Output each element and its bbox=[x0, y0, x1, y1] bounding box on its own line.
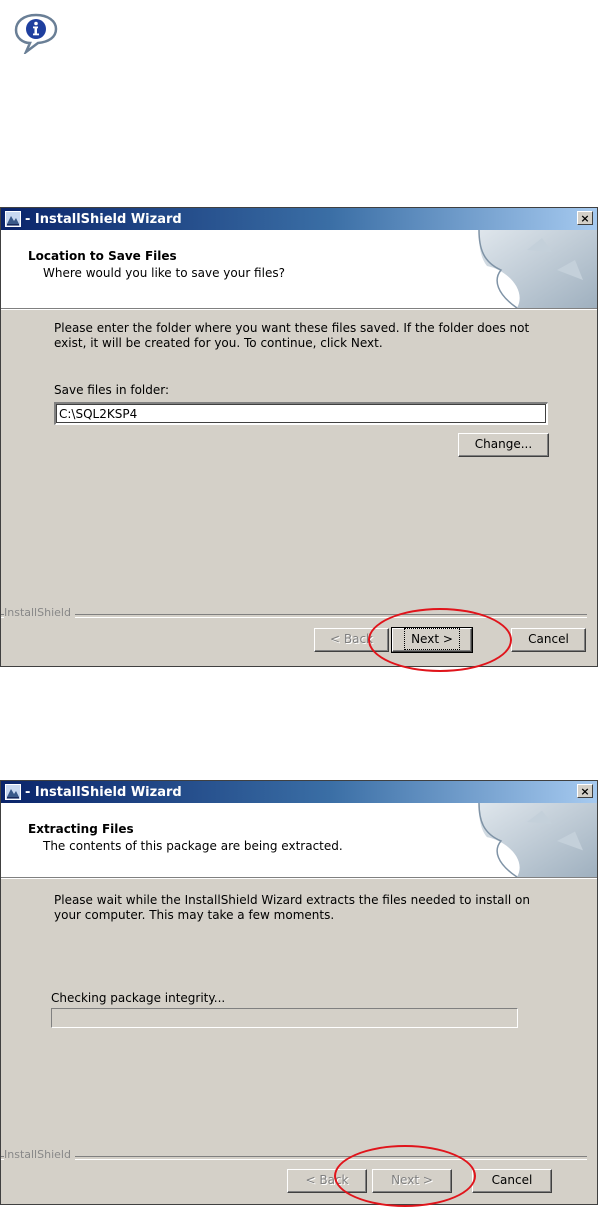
header-title: Location to Save Files bbox=[28, 249, 177, 263]
installshield-dialog-save-location: - InstallShield Wizard × Location to Sav… bbox=[0, 207, 598, 672]
save-folder-input[interactable] bbox=[54, 402, 548, 425]
title-bar: - InstallShield Wizard × bbox=[1, 781, 597, 803]
next-button-label: Next > bbox=[391, 1173, 433, 1187]
close-icon: × bbox=[580, 212, 590, 225]
instructions-text: Please enter the folder where you want t… bbox=[54, 321, 530, 350]
change-button-label: Change... bbox=[474, 437, 533, 451]
close-button[interactable]: × bbox=[577, 211, 593, 225]
window-title: - InstallShield Wizard bbox=[25, 784, 182, 800]
back-button[interactable]: < Back bbox=[314, 628, 389, 652]
wizard-header: Location to Save Files Where would you l… bbox=[1, 230, 597, 309]
brand-label: InstallShield bbox=[4, 606, 75, 619]
close-icon: × bbox=[580, 785, 590, 798]
save-folder-label-text: Save files in folder: bbox=[54, 383, 170, 397]
wizard-header: Extracting Files The contents of this pa… bbox=[1, 803, 597, 878]
header-subtitle: Where would you like to save your files? bbox=[43, 266, 285, 280]
installer-app-icon bbox=[5, 784, 21, 800]
header-title: Extracting Files bbox=[28, 822, 134, 836]
cancel-button[interactable]: Cancel bbox=[472, 1169, 552, 1193]
installer-app-icon bbox=[5, 211, 21, 227]
window-title: - InstallShield Wizard bbox=[25, 211, 182, 227]
back-button-label: < Back bbox=[305, 1173, 349, 1187]
info-icon bbox=[14, 13, 58, 54]
next-button[interactable]: Next > bbox=[391, 627, 473, 653]
cancel-button-label: Cancel bbox=[491, 1173, 533, 1187]
instructions-text: Please wait while the InstallShield Wiza… bbox=[54, 893, 530, 922]
divider bbox=[1, 1156, 587, 1160]
progress-bar bbox=[51, 1008, 518, 1028]
back-button-label: < Back bbox=[329, 632, 373, 646]
title-bar: - InstallShield Wizard × bbox=[1, 208, 597, 230]
save-folder-label: Save files in folder: bbox=[54, 383, 169, 397]
cancel-button[interactable]: Cancel bbox=[511, 628, 586, 652]
cancel-button-label: Cancel bbox=[528, 632, 569, 646]
page-curl-art-icon bbox=[478, 230, 597, 308]
page-curl-art-icon bbox=[478, 803, 597, 877]
status-text: Checking package integrity... bbox=[51, 991, 226, 1005]
close-button[interactable]: × bbox=[577, 784, 593, 798]
header-subtitle: The contents of this package are being e… bbox=[43, 839, 343, 853]
change-button[interactable]: Change... bbox=[458, 433, 549, 457]
next-button[interactable]: Next > bbox=[372, 1169, 452, 1193]
brand-label: InstallShield bbox=[4, 1148, 75, 1161]
next-button-label: Next > bbox=[404, 628, 460, 650]
divider bbox=[1, 614, 587, 618]
back-button[interactable]: < Back bbox=[287, 1169, 367, 1193]
installshield-dialog-extracting: - InstallShield Wizard × Extracting File… bbox=[0, 780, 598, 1207]
